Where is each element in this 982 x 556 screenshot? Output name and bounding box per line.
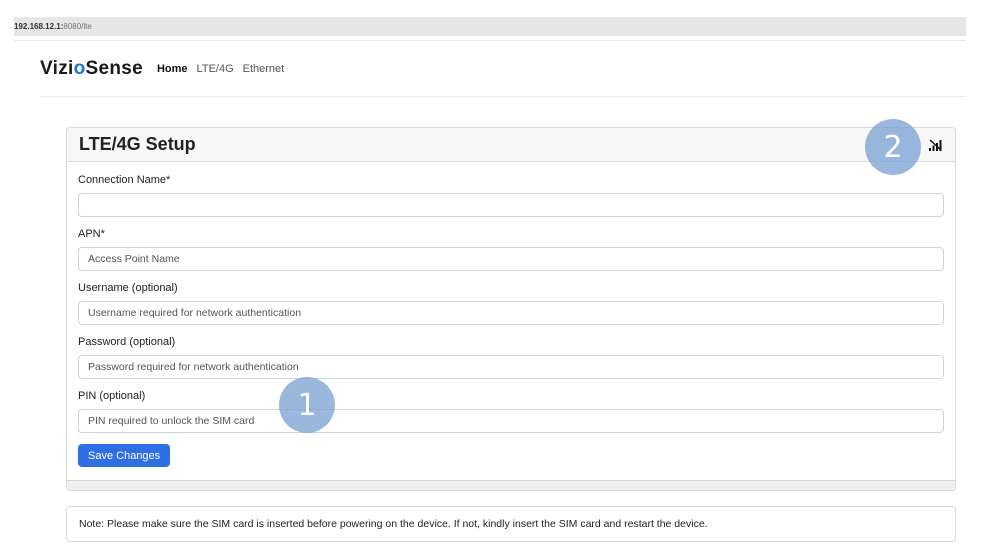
apn-label: APN* — [78, 228, 105, 240]
url-host: 192.168.12.1: — [14, 22, 64, 31]
connection-name-label: Connection Name* — [78, 174, 171, 186]
nav-link-lte[interactable]: LTE/4G — [197, 63, 234, 75]
nav-link-ethernet[interactable]: Ethernet — [243, 63, 285, 75]
annotation-marker-2: 2 — [865, 119, 921, 175]
card-header: LTE/4G Setup — [67, 128, 955, 162]
divider — [40, 96, 966, 97]
username-label: Username (optional) — [78, 282, 178, 294]
annotation-marker-1: 1 — [279, 377, 335, 433]
lte-setup-card: LTE/4G Setup Connection Name* APN* Usern… — [66, 127, 956, 491]
pin-field[interactable] — [78, 409, 944, 433]
navbar: VizioSense Home LTE/4G Ethernet — [40, 57, 293, 81]
page-title: LTE/4G Setup — [79, 134, 196, 154]
save-changes-button[interactable]: Save Changes — [78, 444, 171, 467]
divider — [14, 40, 966, 41]
card-body: Connection Name* APN* Username (optional… — [67, 162, 955, 467]
password-label: Password (optional) — [78, 336, 176, 348]
card-footer — [67, 480, 955, 490]
password-field[interactable] — [78, 355, 944, 379]
apn-field[interactable] — [78, 247, 944, 271]
connection-name-field[interactable] — [78, 193, 944, 217]
sim-note: Note: Please make sure the SIM card is i… — [66, 506, 956, 542]
address-bar[interactable]: 192.168.12.1:8080/lte — [14, 17, 966, 36]
username-field[interactable] — [78, 301, 944, 325]
nav-link-home[interactable]: Home — [157, 63, 188, 75]
signal-off-icon — [929, 138, 942, 151]
pin-label: PIN (optional) — [78, 390, 146, 402]
brand-logo[interactable]: VizioSense — [40, 58, 143, 80]
url-path: 8080/lte — [63, 22, 92, 31]
